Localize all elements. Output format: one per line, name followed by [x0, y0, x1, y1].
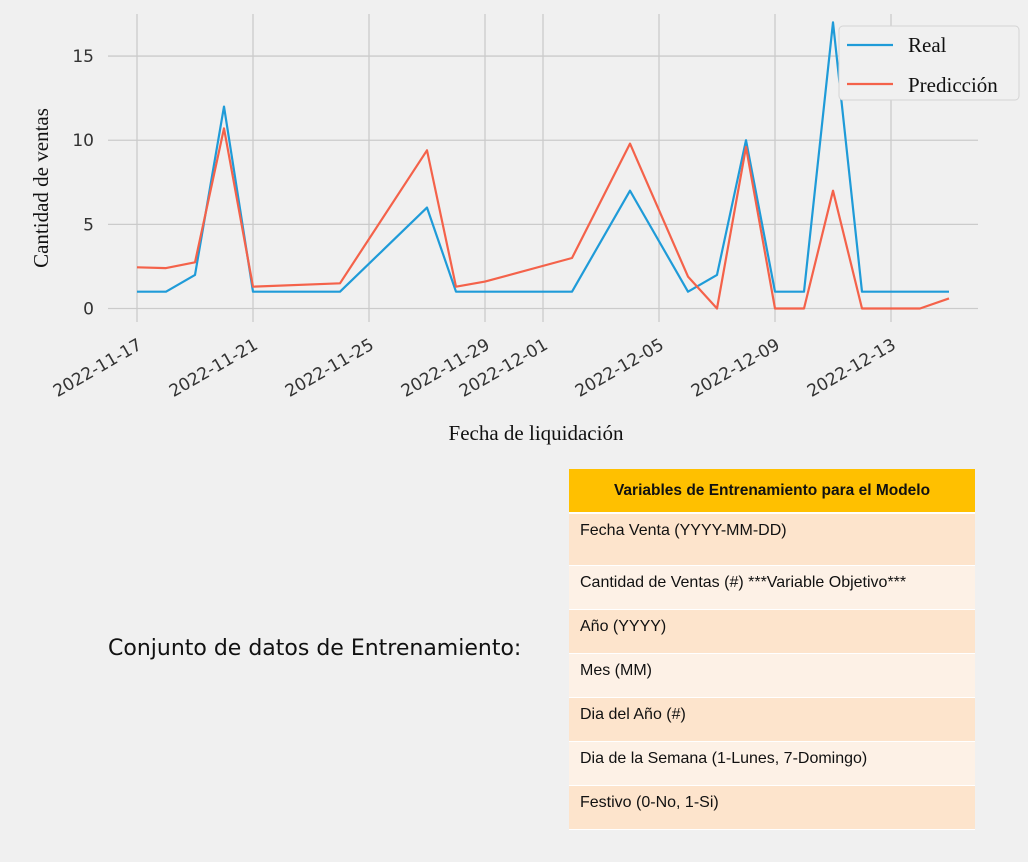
table-row: Festivo (0-No, 1-Si) [569, 785, 975, 830]
variable-dia-semana: Dia de la Semana (1-Lunes, 7-Domingo) [580, 749, 868, 767]
variable-fecha-venta: Fecha Venta (YYYY-MM-DD) [580, 522, 787, 539]
table-row: Mes (MM) [569, 653, 975, 698]
legend-label-real: Real [908, 33, 947, 57]
legend-label-prediccion: Predicción [908, 73, 998, 97]
dataset-caption: Conjunto de datos de Entrenamiento: [108, 636, 522, 661]
table-row: Dia de la Semana (1-Lunes, 7-Domingo) [569, 741, 975, 786]
variable-cantidad-ventas: Cantidad de Ventas (#) ***Variable Objet… [580, 573, 907, 591]
y-axis-label: Cantidad de ventas [29, 108, 53, 268]
y-tick-label: 5 [83, 215, 94, 235]
table-header-row: Variables de Entrenamiento para el Model… [569, 469, 975, 514]
table-row: Dia del Año (#) [569, 697, 975, 742]
y-tick-label: 10 [72, 131, 94, 151]
legend: Real Predicción [838, 25, 1020, 101]
variable-mes: Mes (MM) [580, 661, 652, 679]
chart-area: 0 5 10 15 2022-11-17 2022-11-21 2022-11-25 202… [0, 0, 1028, 462]
y-tick-label: 0 [83, 300, 94, 320]
table-row: Fecha Venta (YYYY-MM-DD) [569, 513, 975, 566]
table-row: Cantidad de Ventas (#) ***Variable Objet… [569, 565, 975, 610]
variable-ano: Año (YYYY) [580, 617, 667, 635]
table-row: Año (YYYY) [569, 609, 975, 654]
line-chart: 051015 2022-11-17 2022-11-21 2022-11-25 202… [0, 0, 1028, 462]
x-axis-label: Fecha de liquidación [449, 421, 624, 445]
variable-dia-del-ano: Dia del Año (#) [580, 705, 686, 723]
training-variables-table: Variables de Entrenamiento para el Model… [569, 469, 975, 830]
table-header: Variables de Entrenamiento para el Model… [569, 469, 975, 514]
y-tick-label: 15 [72, 47, 94, 67]
variable-festivo: Festivo (0-No, 1-Si) [580, 793, 719, 811]
